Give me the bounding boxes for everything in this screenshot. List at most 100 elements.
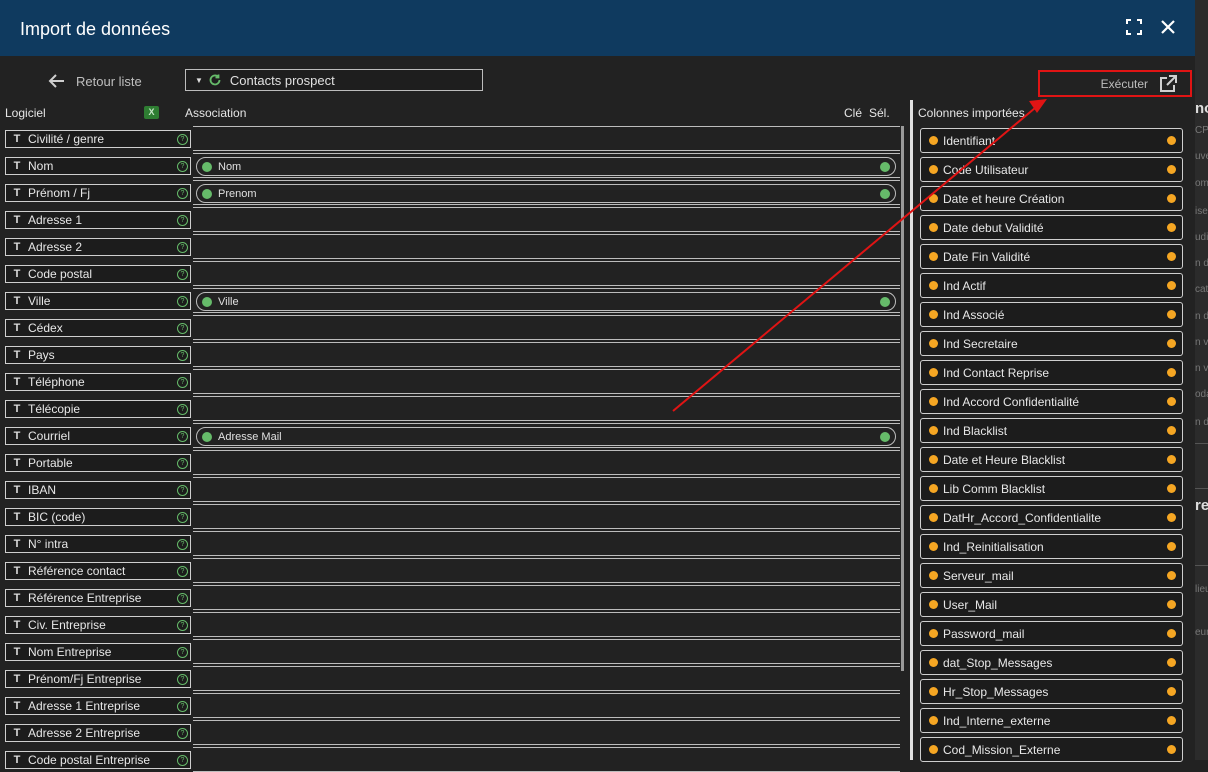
help-icon[interactable]: ?: [177, 214, 188, 226]
association-slot[interactable]: [193, 504, 900, 529]
software-field-row[interactable]: T Code postal Entreprise?: [5, 751, 191, 769]
back-to-list-button[interactable]: Retour liste: [48, 72, 142, 90]
help-icon[interactable]: ?: [177, 133, 188, 145]
association-slot[interactable]: [193, 531, 900, 556]
selected-dot-icon[interactable]: [880, 161, 890, 172]
association-slot[interactable]: [193, 234, 900, 259]
software-field-row[interactable]: T Ville?: [5, 292, 191, 310]
drag-handle-dot-icon[interactable]: [1167, 484, 1176, 493]
software-field-row[interactable]: T Prénom/Fj Entreprise?: [5, 670, 191, 688]
imported-column-item[interactable]: Identifiant: [920, 128, 1183, 153]
software-field-row[interactable]: T Adresse 1 Entreprise?: [5, 697, 191, 715]
drag-handle-dot-icon[interactable]: [1167, 600, 1176, 609]
fullscreen-icon[interactable]: [1121, 14, 1147, 40]
association-slot[interactable]: [193, 477, 900, 502]
association-slot[interactable]: [193, 261, 900, 286]
drag-handle-dot-icon[interactable]: [1167, 368, 1176, 377]
imported-column-item[interactable]: Date debut Validité: [920, 215, 1183, 240]
software-field-row[interactable]: T Code postal?: [5, 265, 191, 283]
help-icon[interactable]: ?: [177, 349, 188, 361]
execute-button[interactable]: Exécuter: [1038, 70, 1192, 97]
software-field-row[interactable]: T IBAN?: [5, 481, 191, 499]
association-slot[interactable]: [193, 666, 900, 691]
drag-handle-dot-icon[interactable]: [1167, 455, 1176, 464]
drag-handle-dot-icon[interactable]: [1167, 716, 1176, 725]
drag-handle-dot-icon[interactable]: [1167, 629, 1176, 638]
drag-handle-dot-icon[interactable]: [1167, 687, 1176, 696]
software-field-row[interactable]: T Référence Entreprise?: [5, 589, 191, 607]
help-icon[interactable]: ?: [177, 403, 188, 415]
help-icon[interactable]: ?: [177, 241, 188, 253]
help-icon[interactable]: ?: [177, 511, 188, 523]
help-icon[interactable]: ?: [177, 160, 188, 172]
association-chip[interactable]: Prenom: [196, 184, 896, 203]
association-chip[interactable]: Nom: [196, 157, 896, 176]
help-icon[interactable]: ?: [177, 457, 188, 469]
drag-handle-dot-icon[interactable]: [1167, 542, 1176, 551]
drag-handle-dot-icon[interactable]: [1167, 165, 1176, 174]
drag-handle-dot-icon[interactable]: [1167, 513, 1176, 522]
software-field-row[interactable]: T Portable?: [5, 454, 191, 472]
software-field-row[interactable]: T Adresse 2?: [5, 238, 191, 256]
imported-column-item[interactable]: DatHr_Accord_Confidentialite: [920, 505, 1183, 530]
association-slot[interactable]: [193, 126, 900, 151]
help-icon[interactable]: ?: [177, 727, 188, 739]
imported-column-item[interactable]: Ind_Interne_externe: [920, 708, 1183, 733]
software-field-row[interactable]: T Nom Entreprise?: [5, 643, 191, 661]
software-field-row[interactable]: T Nom?: [5, 157, 191, 175]
imported-column-item[interactable]: Password_mail: [920, 621, 1183, 646]
association-slot[interactable]: [193, 639, 900, 664]
association-slot[interactable]: [193, 396, 900, 421]
imported-column-item[interactable]: Serveur_mail: [920, 563, 1183, 588]
association-slot[interactable]: [193, 612, 900, 637]
help-icon[interactable]: ?: [177, 430, 188, 442]
selected-dot-icon[interactable]: [880, 431, 890, 442]
drag-handle-dot-icon[interactable]: [1167, 339, 1176, 348]
help-icon[interactable]: ?: [177, 484, 188, 496]
association-chip[interactable]: Ville: [196, 292, 896, 311]
drag-handle-dot-icon[interactable]: [1167, 397, 1176, 406]
association-slot[interactable]: Adresse Mail: [193, 423, 900, 448]
software-field-row[interactable]: T Adresse 1?: [5, 211, 191, 229]
software-field-row[interactable]: T Prénom / Fj?: [5, 184, 191, 202]
software-field-row[interactable]: T Cédex?: [5, 319, 191, 337]
association-slot[interactable]: [193, 693, 900, 718]
drag-handle-dot-icon[interactable]: [1167, 194, 1176, 203]
help-icon[interactable]: ?: [177, 700, 188, 712]
imported-column-item[interactable]: Ind Associé: [920, 302, 1183, 327]
software-field-row[interactable]: T Courriel?: [5, 427, 191, 445]
help-icon[interactable]: ?: [177, 673, 188, 685]
imported-column-item[interactable]: User_Mail: [920, 592, 1183, 617]
imported-column-item[interactable]: Hr_Stop_Messages: [920, 679, 1183, 704]
association-slot[interactable]: [193, 558, 900, 583]
association-slot[interactable]: [193, 315, 900, 340]
software-field-row[interactable]: T Pays?: [5, 346, 191, 364]
imported-column-item[interactable]: Ind Accord Confidentialité: [920, 389, 1183, 414]
association-slot[interactable]: Nom: [193, 153, 900, 178]
help-icon[interactable]: ?: [177, 376, 188, 388]
software-field-row[interactable]: T Téléphone?: [5, 373, 191, 391]
selected-dot-icon[interactable]: [880, 296, 890, 307]
association-slot[interactable]: [193, 342, 900, 367]
imported-column-item[interactable]: Code Utilisateur: [920, 157, 1183, 182]
imported-column-item[interactable]: dat_Stop_Messages: [920, 650, 1183, 675]
help-icon[interactable]: ?: [177, 565, 188, 577]
imported-column-item[interactable]: Date et Heure Blacklist: [920, 447, 1183, 472]
association-slot[interactable]: Prenom: [193, 180, 900, 205]
help-icon[interactable]: ?: [177, 268, 188, 280]
import-preset-select[interactable]: ▼ Contacts prospect: [185, 69, 483, 91]
help-icon[interactable]: ?: [177, 538, 188, 550]
help-icon[interactable]: ?: [177, 295, 188, 307]
drag-handle-dot-icon[interactable]: [1167, 745, 1176, 754]
close-icon[interactable]: [1155, 14, 1181, 40]
imported-column-item[interactable]: Ind Actif: [920, 273, 1183, 298]
imported-column-item[interactable]: Ind Secretaire: [920, 331, 1183, 356]
imported-column-item[interactable]: Lib Comm Blacklist: [920, 476, 1183, 501]
imported-column-item[interactable]: Cod_Mission_Externe: [920, 737, 1183, 762]
help-icon[interactable]: ?: [177, 322, 188, 334]
association-slot[interactable]: [193, 369, 900, 394]
association-slot[interactable]: [193, 585, 900, 610]
help-icon[interactable]: ?: [177, 592, 188, 604]
drag-handle-dot-icon[interactable]: [1167, 136, 1176, 145]
software-field-row[interactable]: T Télécopie?: [5, 400, 191, 418]
